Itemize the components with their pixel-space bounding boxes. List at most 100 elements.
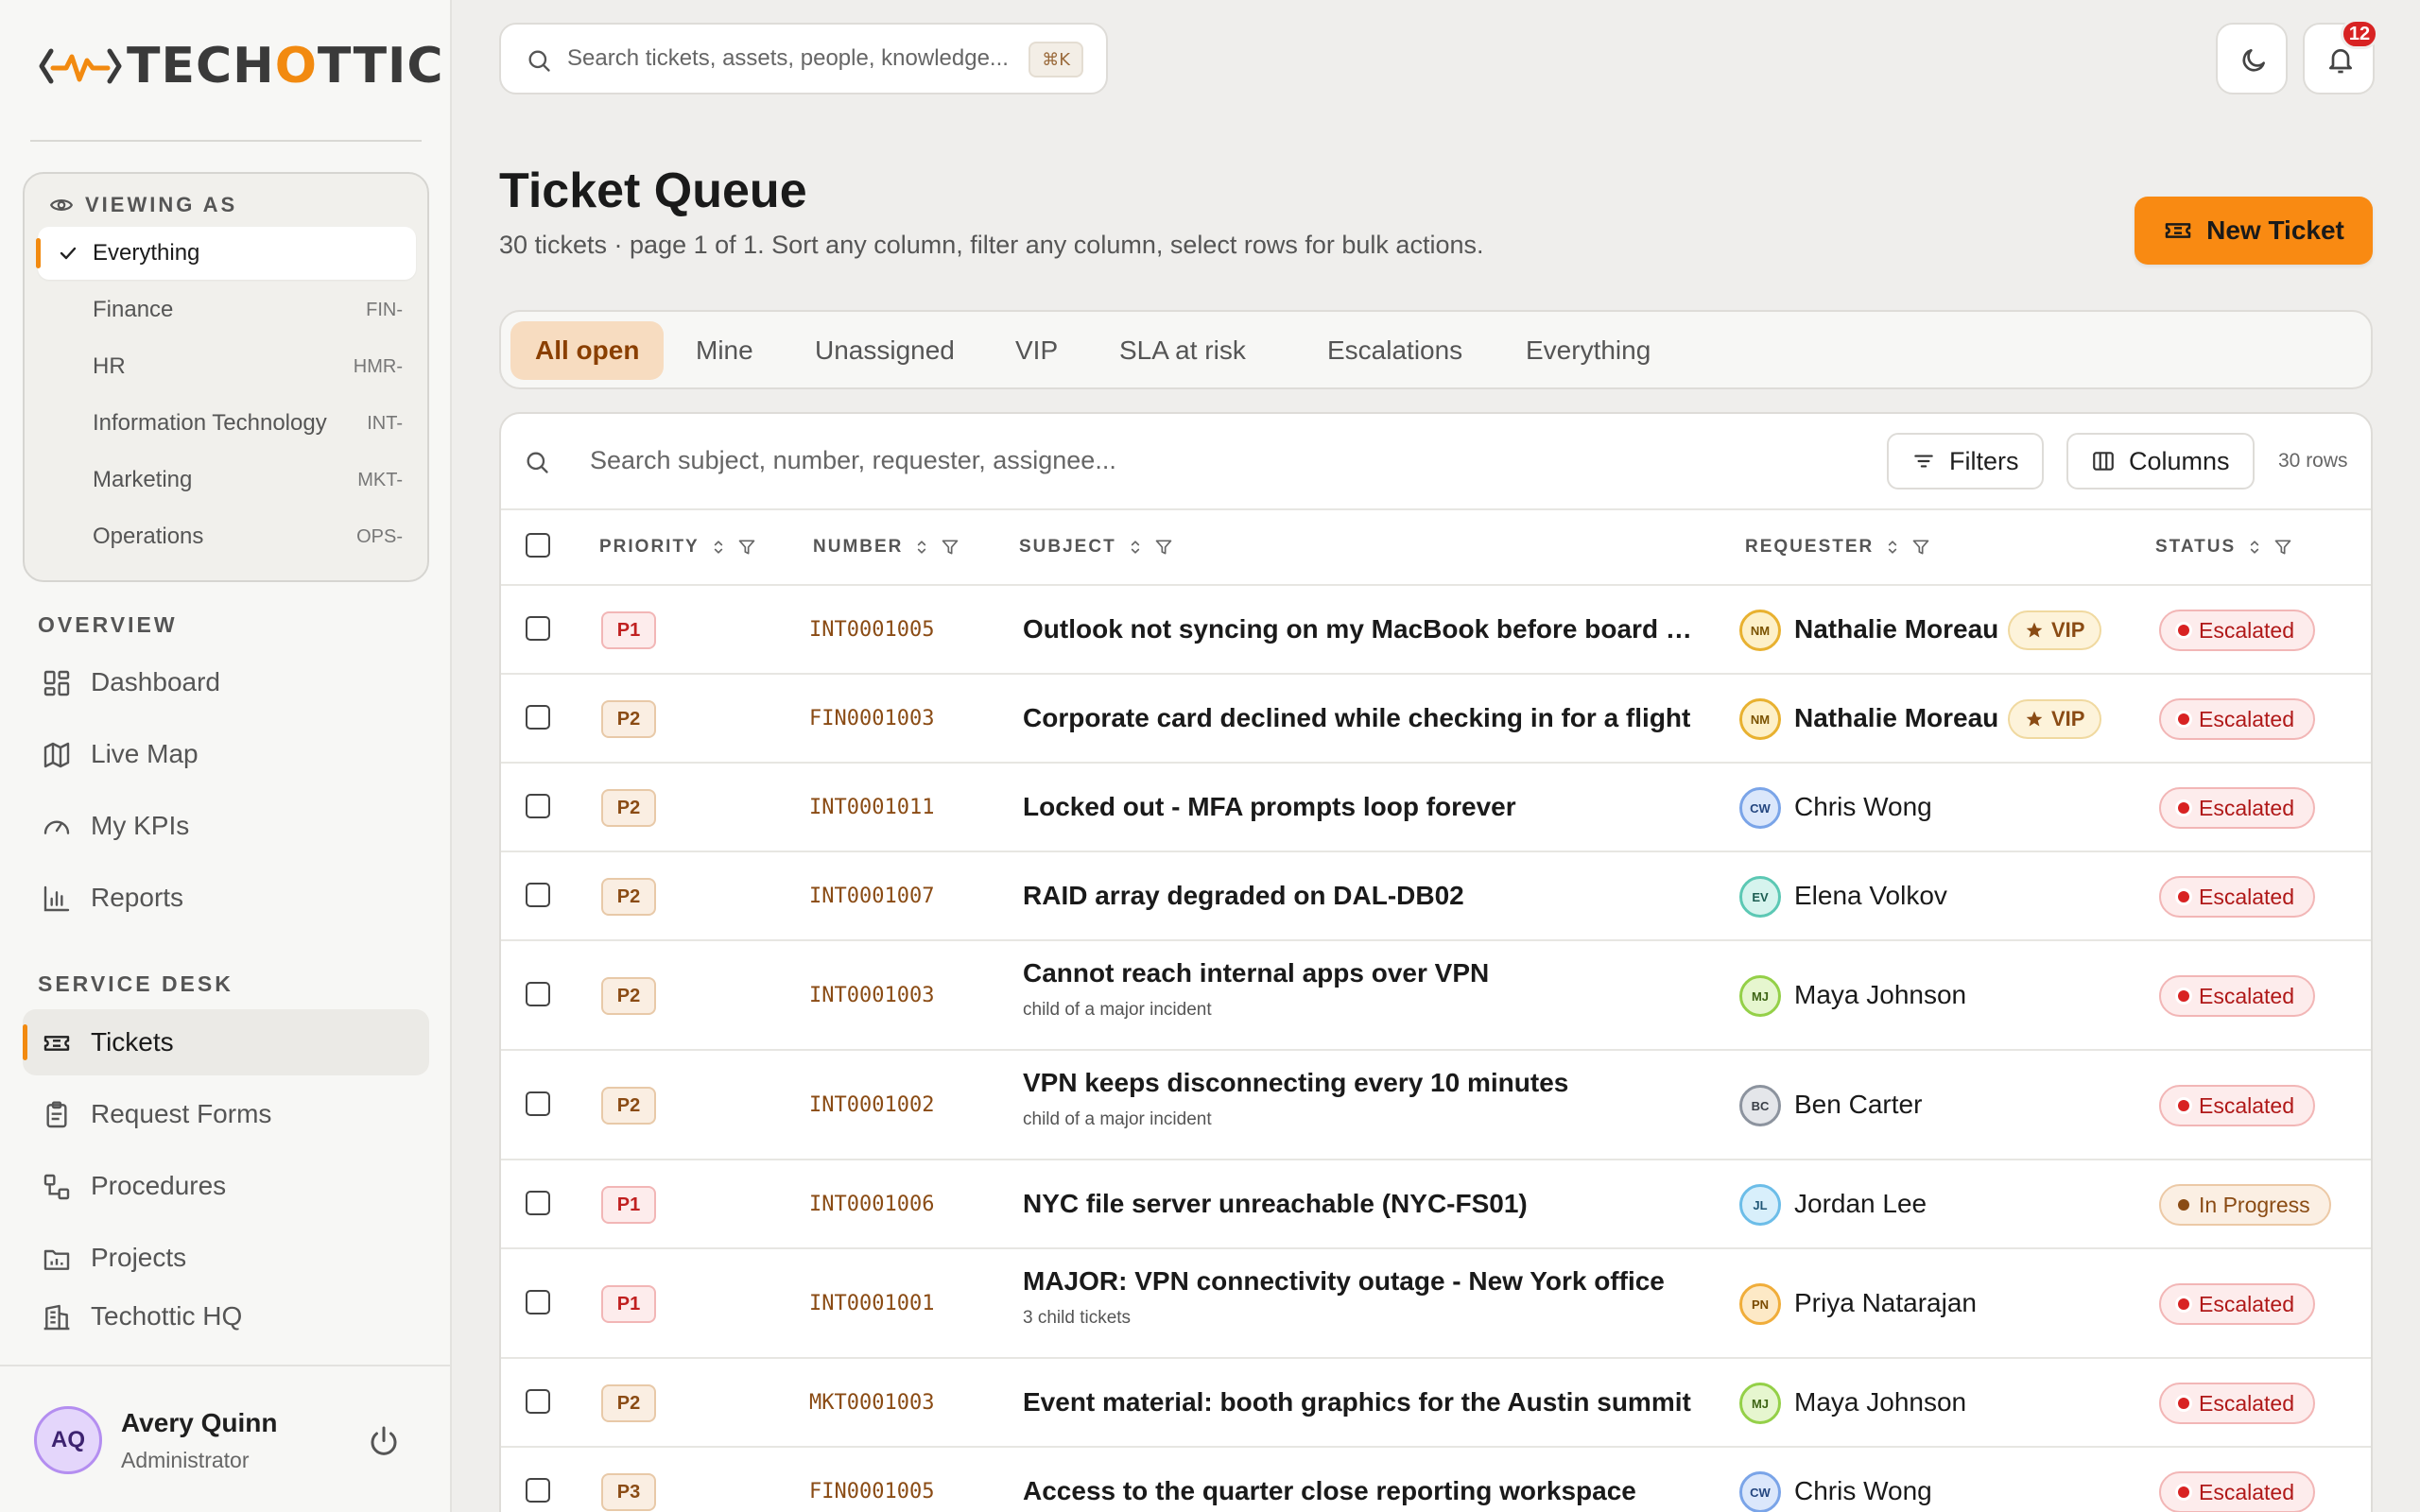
- tab-unassigned[interactable]: Unassigned: [790, 321, 979, 380]
- row-checkbox[interactable]: [526, 1478, 550, 1503]
- nav-request-forms[interactable]: Request Forms: [23, 1081, 429, 1147]
- ticket-number[interactable]: INT0001002: [809, 1093, 934, 1117]
- row-checkbox[interactable]: [526, 705, 550, 730]
- ticket-number[interactable]: INT0001007: [809, 885, 934, 908]
- table-row[interactable]: P2 INT0001011 Locked out - MFA prompts loo…: [501, 764, 2371, 852]
- column-number[interactable]: NUMBER: [813, 537, 959, 558]
- filter-icon[interactable]: [737, 538, 756, 557]
- ticket-number[interactable]: INT0001006: [809, 1193, 934, 1216]
- nav-procedures[interactable]: Procedures: [23, 1153, 429, 1219]
- sort-icon[interactable]: [1883, 538, 1902, 557]
- ticket-number[interactable]: INT0001005: [809, 618, 934, 642]
- ticket-number[interactable]: INT0001011: [809, 796, 934, 819]
- row-checkbox[interactable]: [526, 883, 550, 907]
- requester-name[interactable]: Elena Volkov: [1794, 881, 1947, 911]
- table-row[interactable]: P1 INT0001005 Outlook not syncing on my Ma…: [501, 586, 2371, 675]
- table-row[interactable]: P2 INT0001003 Cannot reach internal apps o…: [501, 941, 2371, 1051]
- filter-icon[interactable]: [1154, 538, 1173, 557]
- requester-name[interactable]: Chris Wong: [1794, 1476, 1932, 1506]
- ticket-number[interactable]: INT0001001: [809, 1292, 934, 1315]
- tab-vip[interactable]: VIP: [991, 321, 1082, 380]
- row-checkbox[interactable]: [526, 1091, 550, 1116]
- view-everything[interactable]: Everything: [36, 227, 416, 280]
- table-row[interactable]: P3 FIN0001005 Access to the quarter close …: [501, 1448, 2371, 1512]
- user-profile[interactable]: AQ Avery Quinn Administrator: [0, 1365, 452, 1512]
- nav-tickets[interactable]: Tickets: [23, 1009, 429, 1075]
- row-checkbox[interactable]: [526, 794, 550, 818]
- row-checkbox[interactable]: [526, 1389, 550, 1414]
- nav-projects[interactable]: Projects: [23, 1225, 429, 1291]
- ticket-subject[interactable]: RAID array degraded on DAL-DB02: [1023, 881, 1703, 911]
- table-row[interactable]: P2 MKT0001003 Event material: booth graphi…: [501, 1359, 2371, 1448]
- nav-techottic-hq[interactable]: Techottic HQ: [23, 1283, 429, 1349]
- nav-dashboard[interactable]: Dashboard: [23, 649, 429, 715]
- theme-toggle-button[interactable]: [2216, 23, 2288, 94]
- ticket-subject[interactable]: Locked out - MFA prompts loop forever: [1023, 792, 1703, 822]
- ticket-subject[interactable]: Access to the quarter close reporting wo…: [1023, 1476, 1703, 1506]
- requester-name[interactable]: Maya Johnson: [1794, 1387, 1966, 1418]
- ticket-number[interactable]: MKT0001003: [809, 1391, 934, 1415]
- ticket-subject[interactable]: Outlook not syncing on my MacBook before…: [1023, 614, 1703, 644]
- tab-escalations[interactable]: Escalations: [1303, 321, 1487, 380]
- techottic-logo[interactable]: TECHOTTIC: [38, 38, 444, 94]
- notifications-button[interactable]: 12: [2303, 19, 2378, 94]
- table-row[interactable]: P1 INT0001006 NYC file server unreachable …: [501, 1160, 2371, 1249]
- column-requester[interactable]: REQUESTER: [1745, 537, 1930, 558]
- column-priority[interactable]: PRIORITY: [599, 537, 756, 558]
- nav-my-kpis[interactable]: My KPIs: [23, 793, 429, 859]
- view-operations[interactable]: Operations OPS-: [38, 510, 416, 563]
- ticket-subject[interactable]: Event material: booth graphics for the A…: [1023, 1387, 1703, 1418]
- sort-icon[interactable]: [912, 538, 931, 557]
- status-dot: [2178, 1298, 2189, 1310]
- view-hr[interactable]: HR HMR-: [38, 340, 416, 393]
- filter-icon[interactable]: [1911, 538, 1930, 557]
- table-row[interactable]: P1 INT0001001 MAJOR: VPN connectivity outa…: [501, 1249, 2371, 1359]
- ticket-subject[interactable]: NYC file server unreachable (NYC-FS01): [1023, 1189, 1703, 1219]
- global-search-input[interactable]: Search tickets, assets, people, knowledg…: [499, 23, 1108, 94]
- ticket-subject[interactable]: MAJOR: VPN connectivity outage - New Yor…: [1023, 1266, 1703, 1297]
- requester-name[interactable]: Maya Johnson: [1794, 980, 1966, 1010]
- table-row[interactable]: P2 INT0001007 RAID array degraded on DAL-D…: [501, 852, 2371, 941]
- select-all-checkbox[interactable]: [526, 533, 550, 558]
- ticket-subject[interactable]: Cannot reach internal apps over VPN: [1023, 958, 1703, 988]
- tab-everything[interactable]: Everything: [1501, 321, 1675, 380]
- nav-live-map[interactable]: Live Map: [23, 721, 429, 787]
- ticket-subject[interactable]: Corporate card declined while checking i…: [1023, 703, 1703, 733]
- requester-name[interactable]: Priya Natarajan: [1794, 1288, 1977, 1318]
- column-status[interactable]: STATUS: [2155, 537, 2292, 558]
- row-checkbox[interactable]: [526, 982, 550, 1006]
- tab-mine[interactable]: Mine: [671, 321, 778, 380]
- table-row[interactable]: P2 FIN0001003 Corporate card declined whil…: [501, 675, 2371, 764]
- requester-name[interactable]: Chris Wong: [1794, 792, 1932, 822]
- ticket-subject[interactable]: VPN keeps disconnecting every 10 minutes: [1023, 1068, 1703, 1098]
- filters-button[interactable]: Filters: [1887, 433, 2044, 490]
- table-search-input[interactable]: Search subject, number, requester, assig…: [590, 446, 1116, 475]
- ticket-number[interactable]: FIN0001005: [809, 1480, 934, 1503]
- tab-all-open[interactable]: All open: [510, 321, 665, 380]
- sort-icon[interactable]: [709, 538, 728, 557]
- ticket-number[interactable]: INT0001003: [809, 984, 934, 1007]
- tab-sla-at-risk[interactable]: SLA at risk: [1095, 321, 1270, 380]
- row-checkbox[interactable]: [526, 1290, 550, 1314]
- sort-icon[interactable]: [2245, 538, 2264, 557]
- filter-icon[interactable]: [2273, 538, 2292, 557]
- row-checkbox[interactable]: [526, 616, 550, 641]
- nav-reports[interactable]: Reports: [23, 865, 429, 931]
- columns-button[interactable]: Columns: [2066, 433, 2255, 490]
- requester-name[interactable]: Jordan Lee: [1794, 1189, 1927, 1219]
- view-finance[interactable]: Finance FIN-: [38, 284, 416, 336]
- column-subject[interactable]: SUBJECT: [1019, 537, 1173, 558]
- power-icon[interactable]: [367, 1425, 401, 1459]
- requester-name[interactable]: Ben Carter: [1794, 1090, 1922, 1120]
- view-information-technology[interactable]: Information Technology INT-: [38, 397, 416, 450]
- status-dot: [2178, 990, 2189, 1002]
- requester-name[interactable]: Nathalie Moreau: [1794, 614, 1998, 644]
- table-row[interactable]: P2 INT0001002 VPN keeps disconnecting ever…: [501, 1051, 2371, 1160]
- sort-icon[interactable]: [1126, 538, 1145, 557]
- row-checkbox[interactable]: [526, 1191, 550, 1215]
- filter-icon[interactable]: [941, 538, 959, 557]
- view-marketing[interactable]: Marketing MKT-: [38, 454, 416, 507]
- new-ticket-button[interactable]: New Ticket: [2135, 197, 2373, 265]
- requester-name[interactable]: Nathalie Moreau: [1794, 703, 1998, 733]
- ticket-number[interactable]: FIN0001003: [809, 707, 934, 730]
